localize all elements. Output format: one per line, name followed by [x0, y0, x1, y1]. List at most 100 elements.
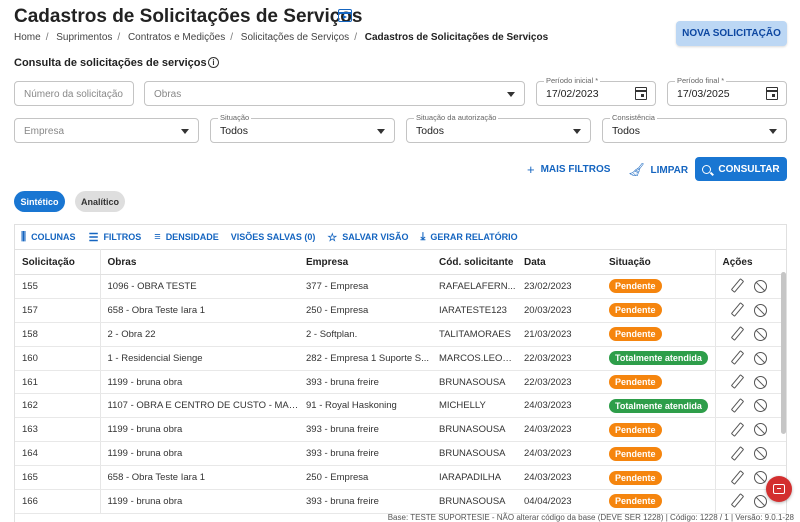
table-row[interactable]: 162 1107 - OBRA E CENTRO DE CUSTO - MARIE… [15, 393, 786, 419]
table-row[interactable]: 165 658 - Obra Teste Iara 1 250 - Empresa I… [15, 465, 786, 491]
grid-toolbar: ⫼ COLUNAS ☰ FILTROS ≡ DENSIDADE VISÕES SALV… [15, 225, 786, 249]
search-button[interactable]: CONSULTAR [695, 157, 787, 181]
table-row[interactable]: 155 1096 - OBRA TESTE 377 - Empresa RAFAELA… [15, 274, 786, 299]
cell-situacao: Pendente [602, 417, 716, 443]
cancel-icon[interactable] [753, 375, 767, 389]
cell-empresa: 393 - bruna freire [299, 417, 432, 443]
cell-situacao: Pendente [602, 465, 716, 491]
breadcrumb-contratos[interactable]: Contratos e Medições [128, 32, 225, 43]
cell-obra: 658 - Obra Teste Iara 1 [100, 298, 299, 323]
edit-icon[interactable] [729, 279, 743, 293]
video-clapper-icon[interactable] [338, 9, 352, 22]
end-date-field[interactable]: Período final * 17/03/2025 [667, 76, 787, 106]
report-button[interactable]: ⤓ GERAR RELATÓRIO [420, 231, 517, 244]
col-header-data[interactable]: Data [517, 249, 602, 275]
chevron-down-icon [181, 129, 189, 134]
edit-icon[interactable] [729, 351, 743, 365]
edit-icon[interactable] [729, 423, 743, 437]
col-header-solicitante[interactable]: Cód. solicitante [432, 249, 517, 275]
cell-data: 24/03/2023 [517, 417, 602, 443]
breadcrumb: Home / Suprimentos / Contratos e Medições /… [14, 32, 549, 43]
cell-situacao: Pendente [602, 298, 716, 323]
empresa-select[interactable]: Empresa [14, 118, 199, 143]
edit-icon[interactable] [729, 399, 743, 413]
cell-data: 23/02/2023 [517, 274, 602, 299]
cell-solicitante: BRUNASOUSA [432, 441, 517, 467]
view-analytic-chip[interactable]: Analítico [75, 191, 125, 212]
breadcrumb-home[interactable]: Home [14, 32, 41, 43]
cell-acoes [715, 370, 786, 395]
calendar-icon[interactable] [766, 87, 778, 100]
table-row[interactable]: 163 1199 - bruna obra 393 - bruna freire BR… [15, 417, 786, 443]
col-header-solicitacao[interactable]: Solicitação [15, 249, 101, 275]
col-header-obras[interactable]: Obras [100, 249, 299, 275]
col-header-empresa[interactable]: Empresa [299, 249, 432, 275]
cell-solicitante: MICHELLY [432, 393, 517, 419]
start-date-field[interactable]: Período inicial * 17/02/2023 [536, 76, 656, 106]
cell-data: 22/03/2023 [517, 346, 602, 371]
info-icon[interactable]: i [208, 57, 219, 68]
cancel-icon[interactable] [753, 447, 767, 461]
chat-button[interactable] [766, 476, 792, 502]
cell-obra: 658 - Obra Teste Iara 1 [100, 465, 299, 491]
grid-scrollbar[interactable] [781, 272, 786, 434]
cell-empresa: 393 - bruna freire [299, 489, 432, 514]
cell-situacao: Pendente [602, 441, 716, 467]
status-badge: Pendente [609, 303, 662, 318]
cell-solicitante: MARCOS.LEON... [432, 346, 517, 371]
table-row[interactable]: 161 1199 - bruna obra 393 - bruna freire BR… [15, 370, 786, 395]
status-badge: Pendente [609, 470, 662, 485]
saved-views-button[interactable]: VISÕES SALVAS (0) [231, 232, 316, 242]
request-number-input[interactable]: Número da solicitação [14, 81, 134, 106]
col-header-situacao[interactable]: Situação [602, 249, 716, 275]
footer-info: Base: TESTE SUPORTESIE - NÃO alterar cód… [387, 513, 794, 522]
status-badge: Pendente [609, 446, 662, 461]
cell-situacao: Pendente [602, 322, 716, 347]
cancel-icon[interactable] [753, 303, 767, 317]
calendar-icon[interactable] [635, 87, 647, 100]
cancel-icon[interactable] [753, 471, 767, 485]
consistency-select[interactable]: Consistência Todos [602, 113, 787, 143]
new-request-button[interactable]: NOVA SOLICITAÇÃO [676, 21, 787, 46]
cell-acoes [715, 274, 786, 299]
view-synthetic-chip[interactable]: Sintético [14, 191, 65, 212]
table-row[interactable]: 157 658 - Obra Teste Iara 1 250 - Empresa I… [15, 298, 786, 323]
density-button[interactable]: ≡ DENSIDADE [154, 231, 218, 243]
broom-icon: 🧹︎ [628, 162, 645, 177]
save-view-button[interactable]: ☆ SALVAR VISÃO [327, 231, 408, 244]
cancel-icon[interactable] [753, 327, 767, 341]
cell-empresa: 377 - Empresa [299, 274, 432, 299]
edit-icon[interactable] [729, 327, 743, 341]
table-row[interactable]: 158 2 - Obra 22 2 - Softplan. TALITAMORAES 2… [15, 322, 786, 347]
table-row[interactable]: 160 1 - Residencial Sienge 282 - Empresa 1… [15, 346, 786, 371]
filters-button[interactable]: ☰ FILTROS [89, 231, 142, 244]
edit-icon[interactable] [729, 375, 743, 389]
obras-select[interactable]: Obras [144, 81, 525, 106]
edit-icon[interactable] [729, 471, 743, 485]
situacao-select[interactable]: Situação Todos [210, 113, 395, 143]
breadcrumb-solicitacoes[interactable]: Solicitações de Serviços [241, 32, 349, 43]
cancel-icon[interactable] [753, 423, 767, 437]
status-badge: Pendente [609, 279, 662, 294]
cell-solicitante: TALITAMORAES [432, 322, 517, 347]
cell-obra: 1199 - bruna obra [100, 370, 299, 395]
cancel-icon[interactable] [753, 279, 767, 293]
edit-icon[interactable] [729, 447, 743, 461]
edit-icon[interactable] [729, 494, 743, 508]
more-filters-button[interactable]: + MAIS FILTROS [527, 162, 610, 177]
columns-button[interactable]: ⫼ COLUNAS [21, 231, 76, 244]
table-row[interactable]: 166 1199 - bruna obra 393 - bruna freire BR… [15, 489, 786, 514]
cancel-icon[interactable] [753, 494, 767, 508]
authorization-status-select[interactable]: Situação da autorização Todos [406, 113, 591, 143]
cell-obra: 1199 - bruna obra [100, 441, 299, 467]
cancel-icon[interactable] [753, 399, 767, 413]
breadcrumb-suprimentos[interactable]: Suprimentos [56, 32, 112, 43]
cell-data: 04/04/2023 [517, 489, 602, 514]
cell-data: 21/03/2023 [517, 322, 602, 347]
cancel-icon[interactable] [753, 351, 767, 365]
table-row[interactable]: 164 1199 - bruna obra 393 - bruna freire BR… [15, 441, 786, 467]
clear-button[interactable]: 🧹︎ LIMPAR [628, 162, 688, 178]
filter-icon: ☰ [88, 231, 99, 244]
edit-icon[interactable] [729, 303, 743, 317]
cell-situacao: Totalmente atendida [602, 346, 716, 371]
